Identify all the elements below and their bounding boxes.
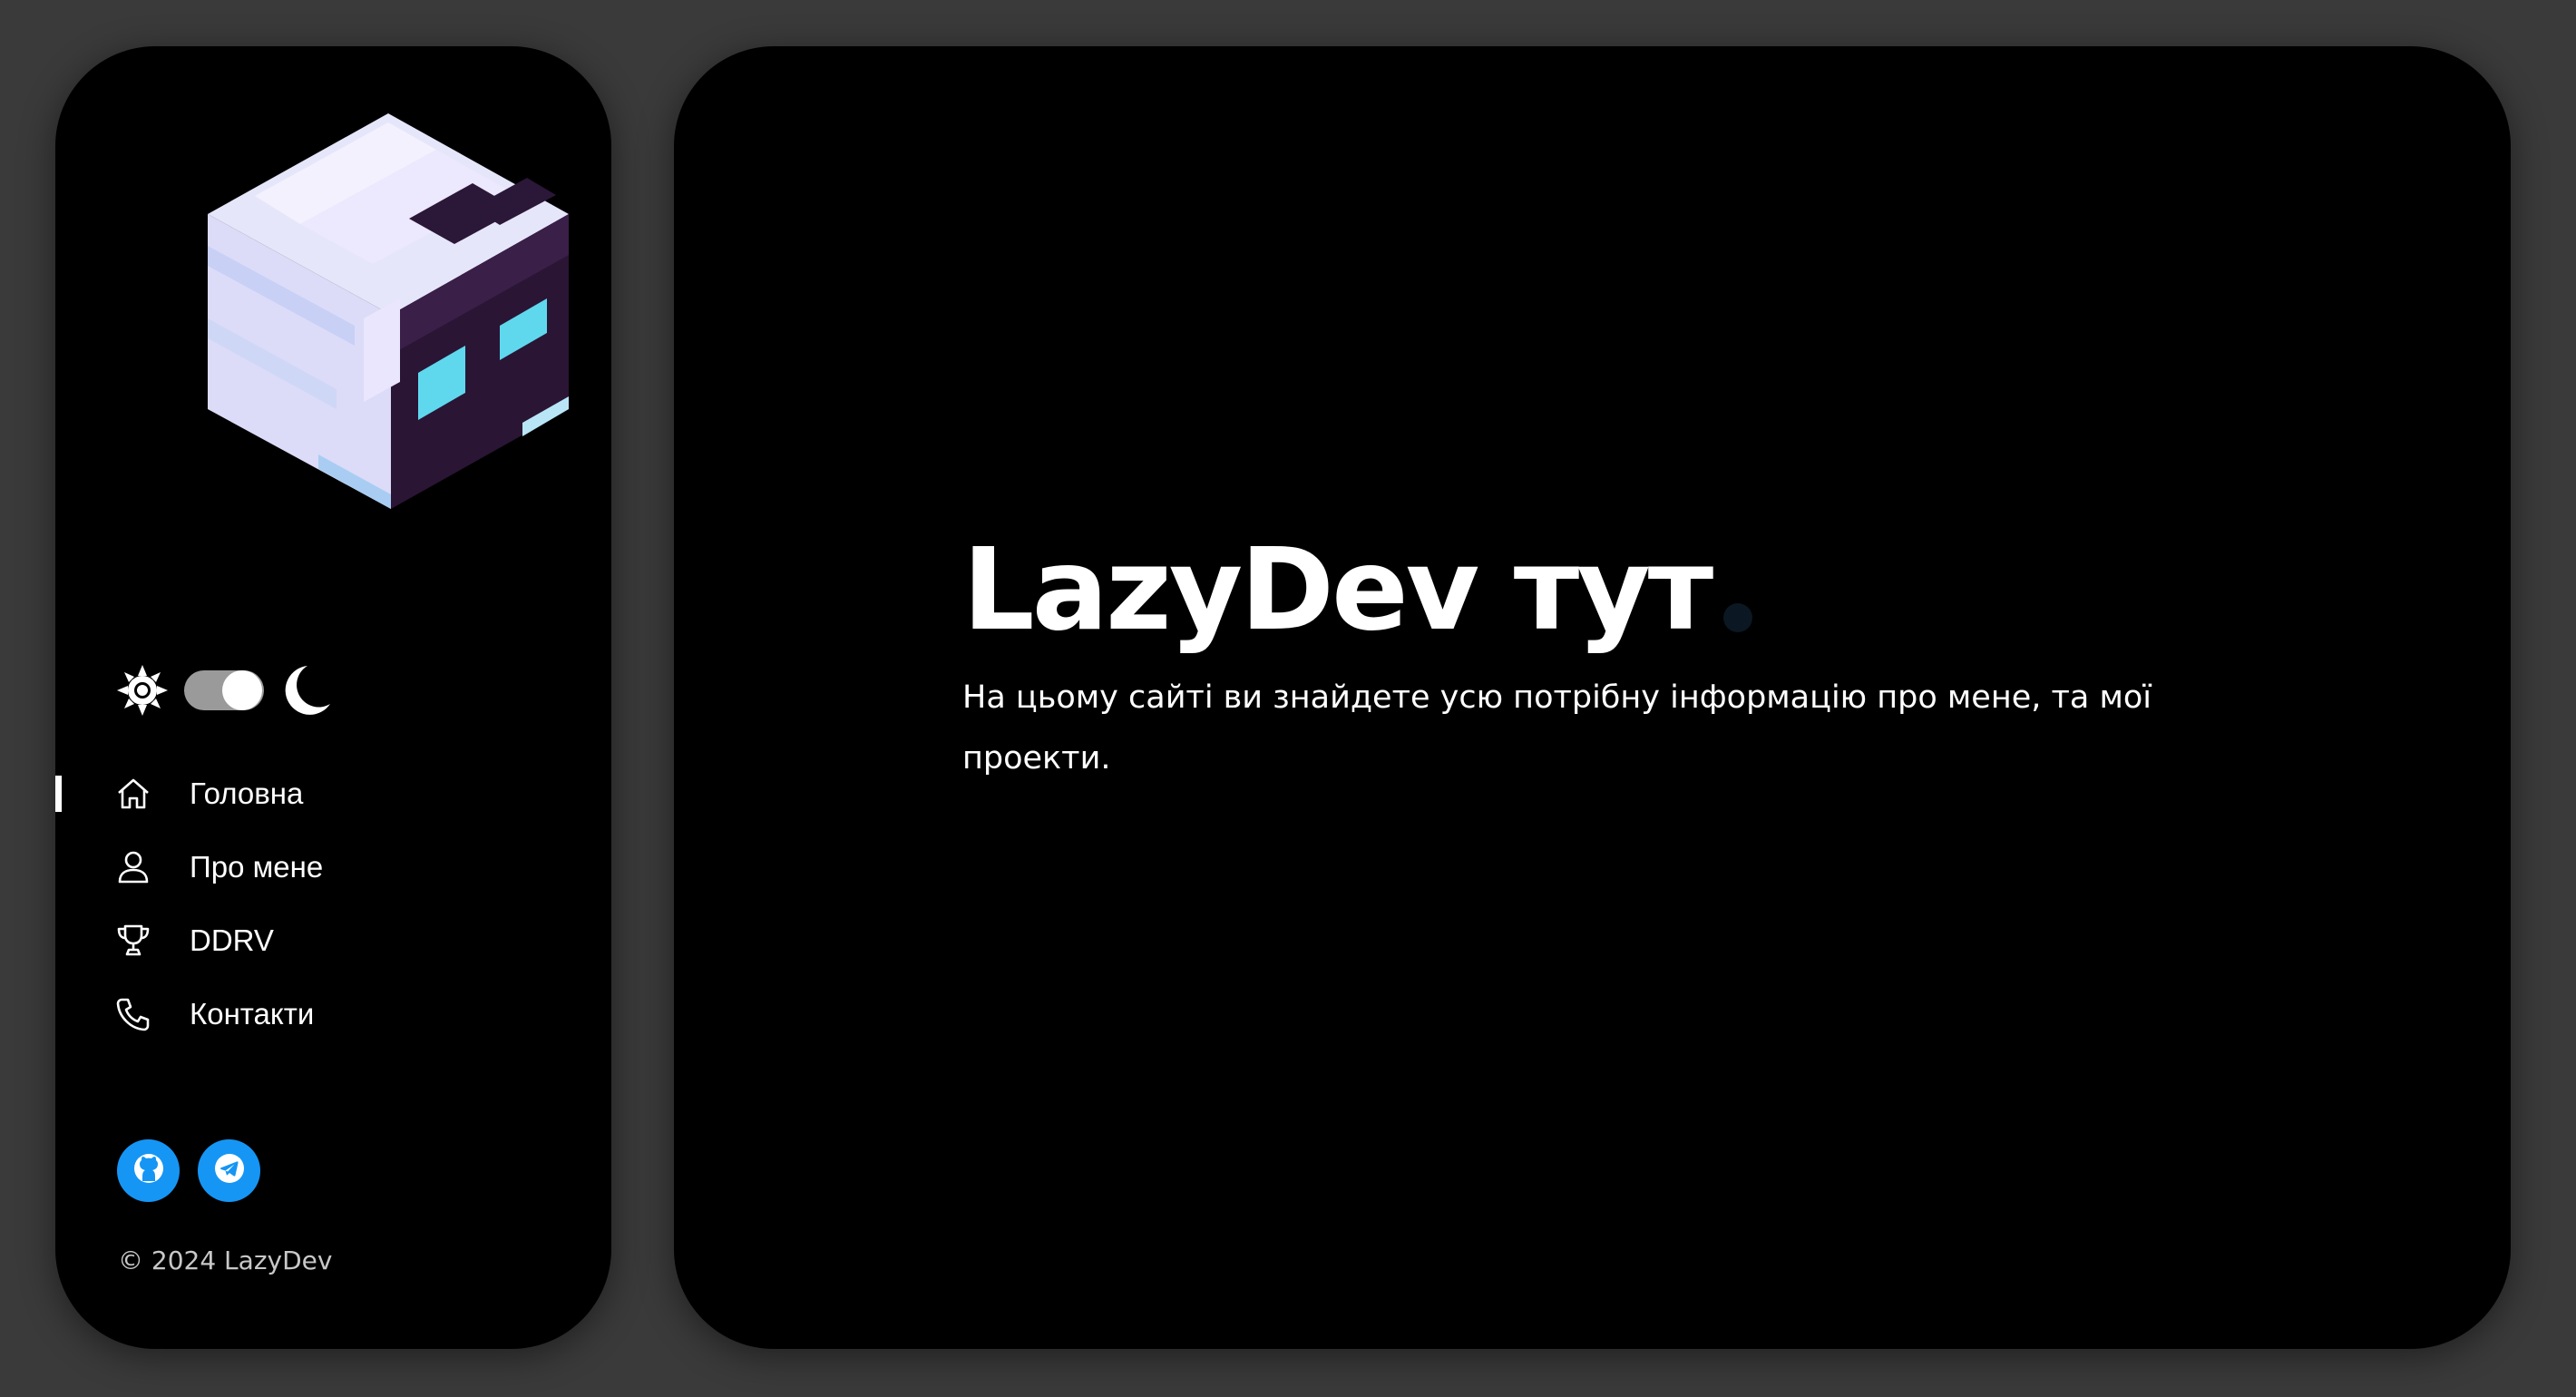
typing-cursor (1723, 603, 1753, 632)
sidebar-item-home[interactable]: Головна (55, 763, 611, 836)
avatar (200, 110, 581, 527)
home-icon (115, 776, 151, 812)
sidebar-item-contacts[interactable]: Контакти (55, 983, 611, 1057)
sidebar-item-ddrv[interactable]: DDRV (55, 910, 611, 983)
trophy-icon (115, 923, 151, 959)
sidebar: Головна Про мене DDRV Контакти © 2024 La… (55, 46, 611, 1349)
sun-icon[interactable] (117, 665, 168, 716)
sidebar-item-label: Контакти (190, 997, 315, 1031)
sidebar-item-label: DDRV (190, 923, 274, 957)
main-panel: LazyDev тут На цьому сайті ви знайдете у… (674, 46, 2511, 1349)
theme-toggle-knob (222, 670, 262, 710)
sidebar-nav: Головна Про мене DDRV Контакти (55, 763, 611, 1057)
hero-title: LazyDev тут (962, 523, 2323, 659)
user-icon (115, 849, 151, 885)
phone-icon (115, 996, 151, 1032)
sidebar-item-label: Головна (190, 777, 304, 810)
github-button[interactable] (117, 1139, 180, 1202)
hero: LazyDev тут На цьому сайті ви знайдете у… (962, 523, 2323, 789)
moon-icon[interactable] (280, 664, 331, 717)
copyright: © 2024 LazyDev (118, 1246, 333, 1275)
theme-toggle[interactable] (184, 670, 264, 710)
page: Головна Про мене DDRV Контакти © 2024 La… (0, 0, 2576, 1397)
active-indicator (55, 776, 62, 812)
sidebar-item-label: Про мене (190, 850, 324, 884)
github-icon (132, 1152, 165, 1189)
theme-switcher (117, 654, 331, 727)
hero-title-text: LazyDev тут (962, 524, 1713, 656)
telegram-icon (213, 1152, 246, 1189)
telegram-button[interactable] (198, 1139, 260, 1202)
social-links (117, 1139, 260, 1202)
sidebar-item-about[interactable]: Про мене (55, 836, 611, 910)
hero-subtitle: На цьому сайті ви знайдете усю потрібну … (962, 679, 2152, 777)
